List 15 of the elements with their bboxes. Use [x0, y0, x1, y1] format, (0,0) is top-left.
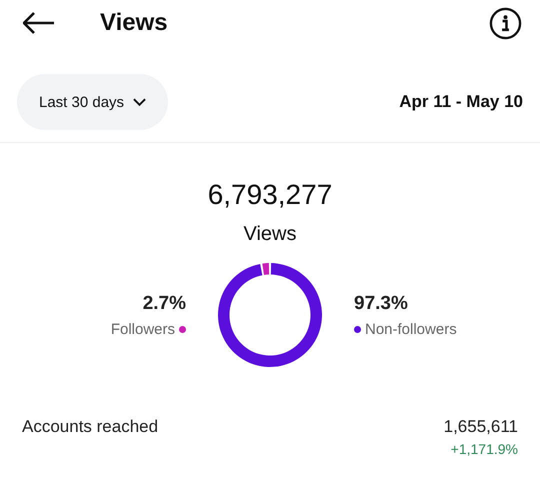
metric-value: 1,655,611: [444, 417, 518, 437]
date-range: Apr 11 - May 10: [399, 92, 523, 112]
page-title: Views: [100, 9, 169, 37]
followers-percentage: 2.7%: [142, 292, 186, 314]
non-followers-percentage: 97.3%: [354, 292, 408, 314]
metric-label: Accounts reached: [22, 417, 158, 438]
legend-label: Followers: [110, 320, 175, 338]
total-views: 6,793,277: [208, 179, 332, 211]
chevron-down-icon: [133, 98, 146, 106]
info-icon[interactable]: [489, 6, 522, 40]
metric-change: +1,171.9%: [450, 441, 518, 457]
legend-label: Non-followers: [365, 320, 457, 338]
date-range-dropdown[interactable]: Last 30 days: [17, 74, 168, 130]
back-arrow-icon[interactable]: [23, 12, 55, 34]
views-label: Views: [244, 223, 296, 246]
